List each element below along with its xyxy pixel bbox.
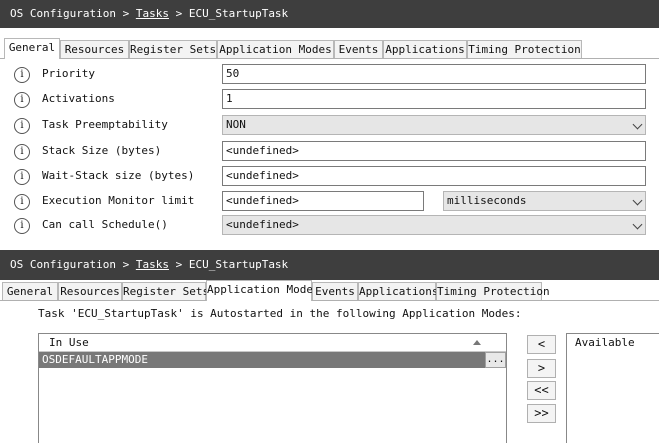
can-call-schedule-select[interactable]: <undefined>: [222, 215, 646, 235]
info-circle-icon[interactable]: i: [14, 118, 30, 134]
tab-bar: General Resources Register Sets Applicat…: [0, 280, 659, 301]
move-all-right-button[interactable]: >>: [527, 404, 556, 423]
breadcrumb-root: OS Configuration: [10, 7, 116, 20]
editor-header: OS Configuration > Tasks > ECU_StartupTa…: [0, 250, 659, 280]
general-tab-panel: OS Configuration > Tasks > ECU_StartupTa…: [0, 0, 659, 238]
tab-application-modes[interactable]: Application Modes: [217, 40, 334, 58]
sort-ascending-icon: [473, 340, 481, 345]
execution-monitor-limit-label: Execution Monitor limit: [42, 194, 195, 207]
can-call-schedule-row: i Can call Schedule() <undefined>: [0, 214, 659, 236]
activations-label: Activations: [42, 92, 115, 105]
list-item[interactable]: OSDEFAULTAPPMODE: [39, 352, 485, 368]
priority-label: Priority: [42, 67, 95, 80]
tab-timing-protection[interactable]: Timing Protection: [467, 40, 582, 58]
tab-resources[interactable]: Resources: [60, 40, 129, 58]
breadcrumb: OS Configuration > Tasks > ECU_StartupTa…: [10, 250, 288, 280]
tab-events[interactable]: Events: [312, 282, 358, 300]
autostart-description: Task 'ECU_StartupTask' is Autostarted in…: [38, 307, 522, 320]
activations-input[interactable]: 1: [222, 89, 646, 109]
task-preemptability-label: Task Preemptability: [42, 118, 168, 131]
editor-header: OS Configuration > Tasks > ECU_StartupTa…: [0, 0, 659, 28]
info-circle-icon[interactable]: i: [14, 92, 30, 108]
tab-general[interactable]: General: [2, 282, 58, 300]
wait-stack-size-row: i Wait-Stack size (bytes) <undefined>: [0, 165, 659, 187]
browse-button[interactable]: ...: [485, 352, 506, 368]
tab-register-sets[interactable]: Register Sets: [129, 40, 217, 58]
application-modes-tab-panel: OS Configuration > Tasks > ECU_StartupTa…: [0, 244, 659, 443]
available-list[interactable]: Available: [566, 333, 659, 443]
chevron-down-icon: [632, 195, 643, 206]
wait-stack-size-label: Wait-Stack size (bytes): [42, 169, 195, 182]
move-left-button[interactable]: <: [527, 335, 556, 354]
chevron-down-icon: [632, 119, 643, 130]
in-use-header-label: In Use: [49, 336, 89, 349]
tab-events[interactable]: Events: [334, 40, 383, 58]
info-circle-icon[interactable]: i: [14, 194, 30, 210]
info-circle-icon[interactable]: i: [14, 67, 30, 83]
priority-row: i Priority 50: [0, 63, 659, 85]
time-unit-value: milliseconds: [447, 194, 527, 207]
stack-size-label: Stack Size (bytes): [42, 144, 162, 157]
tab-timing-protection[interactable]: Timing Protection: [436, 282, 550, 300]
breadcrumb-tasks-link[interactable]: Tasks: [136, 7, 169, 20]
task-preemptability-value: NON: [226, 118, 246, 131]
breadcrumb-tasks-link[interactable]: Tasks: [136, 258, 169, 271]
tab-resources[interactable]: Resources: [58, 282, 122, 300]
tab-bar: General Resources Register Sets Applicat…: [0, 38, 659, 59]
breadcrumb-separator: >: [175, 7, 183, 20]
time-unit-select[interactable]: milliseconds: [443, 191, 646, 211]
chevron-down-icon: [632, 219, 643, 230]
activations-row: i Activations 1: [0, 88, 659, 110]
task-preemptability-select[interactable]: NON: [222, 115, 646, 135]
can-call-schedule-value: <undefined>: [226, 218, 299, 231]
breadcrumb-current: ECU_StartupTask: [188, 7, 289, 20]
breadcrumb-separator: >: [122, 7, 130, 20]
tab-applications[interactable]: Applications: [358, 282, 438, 300]
tab-applications[interactable]: Applications: [383, 40, 467, 58]
can-call-schedule-label: Can call Schedule(): [42, 218, 168, 231]
info-circle-icon[interactable]: i: [14, 169, 30, 185]
move-right-button[interactable]: >: [527, 359, 556, 378]
wait-stack-size-input[interactable]: <undefined>: [222, 166, 646, 186]
in-use-column-header[interactable]: In Use: [39, 334, 506, 352]
tab-application-modes[interactable]: Application Modes: [206, 280, 320, 301]
stack-size-row: i Stack Size (bytes) <undefined>: [0, 140, 659, 162]
priority-input[interactable]: 50: [222, 64, 646, 84]
execution-monitor-limit-input[interactable]: <undefined>: [222, 191, 424, 211]
task-preemptability-row: i Task Preemptability NON: [0, 114, 659, 136]
breadcrumb-separator: >: [122, 258, 130, 271]
move-all-left-button[interactable]: <<: [527, 381, 556, 400]
breadcrumb: OS Configuration > Tasks > ECU_StartupTa…: [10, 0, 288, 28]
info-circle-icon[interactable]: i: [14, 218, 30, 234]
breadcrumb-root: OS Configuration: [10, 258, 116, 271]
breadcrumb-current: ECU_StartupTask: [188, 258, 289, 271]
tab-general[interactable]: General: [4, 38, 60, 59]
in-use-list[interactable]: In Use OSDEFAULTAPPMODE ...: [38, 333, 507, 443]
tab-register-sets[interactable]: Register Sets: [122, 282, 209, 300]
breadcrumb-separator: >: [175, 258, 183, 271]
execution-monitor-limit-row: i Execution Monitor limit <undefined> mi…: [0, 190, 659, 212]
available-header-label: Available: [575, 336, 635, 349]
info-circle-icon[interactable]: i: [14, 144, 30, 160]
stack-size-input[interactable]: <undefined>: [222, 141, 646, 161]
